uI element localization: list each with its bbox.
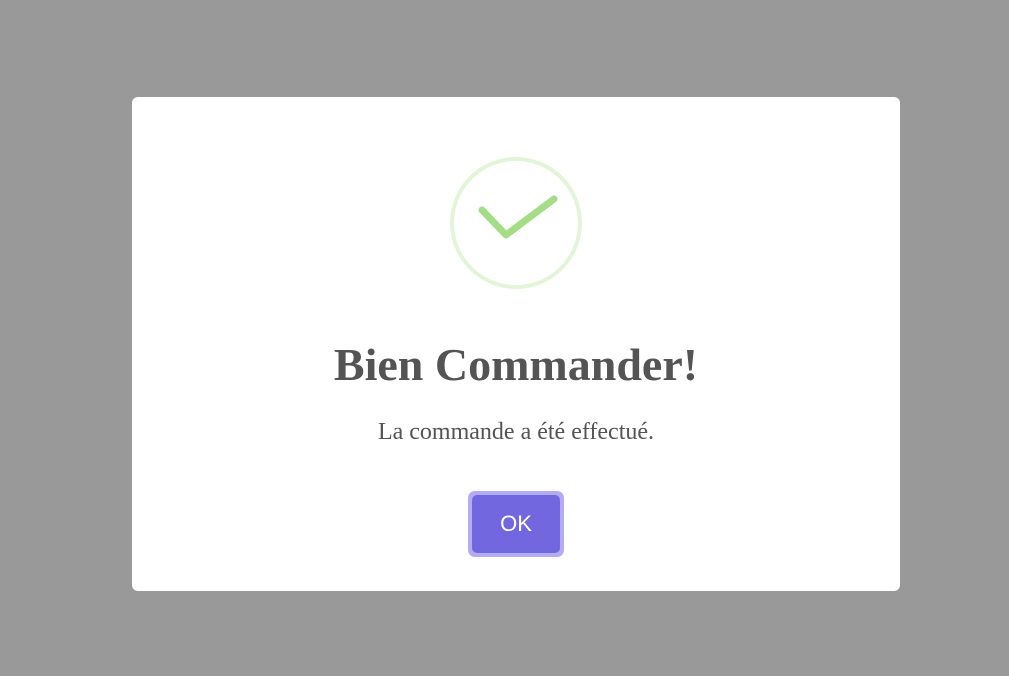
ok-button-focus-ring: OK xyxy=(468,491,564,557)
ok-button[interactable]: OK xyxy=(472,495,560,553)
dialog-title: Bien Commander! xyxy=(333,339,699,390)
dialog-message: La commande a été effectué. xyxy=(377,419,655,445)
success-check-icon xyxy=(450,157,582,289)
alert-dialog: Bien Commander! La commande a été effect… xyxy=(132,97,900,591)
